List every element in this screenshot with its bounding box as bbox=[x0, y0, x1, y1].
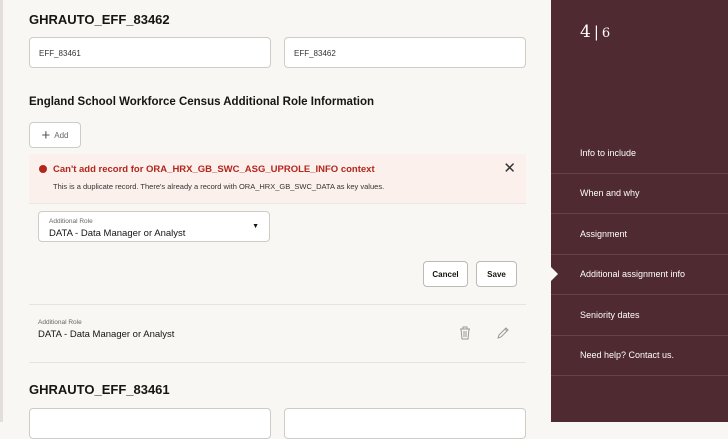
nav-info-to-include[interactable]: Info to include bbox=[580, 148, 636, 158]
divider bbox=[551, 213, 728, 214]
nav-need-help[interactable]: Need help? Contact us. bbox=[580, 350, 674, 360]
divider bbox=[551, 294, 728, 295]
eff-field-4[interactable] bbox=[284, 408, 526, 439]
nav-seniority-dates[interactable]: Seniority dates bbox=[580, 310, 640, 320]
step-indicator: 4 | 6 bbox=[580, 22, 611, 42]
step-current: 4 bbox=[580, 22, 591, 42]
eff-field-3[interactable] bbox=[29, 408, 271, 439]
record-label: Additional Role bbox=[38, 319, 82, 326]
error-message: Can't add record for ORA_HRX_GB_SWC_ASG_… bbox=[29, 154, 526, 204]
add-button[interactable]: + Add bbox=[29, 122, 81, 148]
additional-role-select[interactable]: Additional Role DATA - Data Manager or A… bbox=[38, 211, 270, 242]
active-indicator bbox=[551, 267, 558, 281]
pencil-icon[interactable] bbox=[496, 326, 510, 340]
trash-icon[interactable] bbox=[459, 326, 471, 340]
divider bbox=[551, 173, 728, 174]
main-panel: GHRAUTO_EFF_83462 EFF_83461 EFF_83462 En… bbox=[0, 0, 551, 439]
divider bbox=[551, 254, 728, 255]
plus-icon: + bbox=[41, 126, 51, 144]
nav-additional-assignment-info[interactable]: Additional assignment info bbox=[580, 269, 685, 279]
select-value: DATA - Data Manager or Analyst bbox=[49, 228, 186, 239]
guide-sidebar: 4 | 6 Info to include When and why Assignm… bbox=[551, 0, 728, 422]
error-title: Can't add record for ORA_HRX_GB_SWC_ASG_… bbox=[53, 164, 375, 175]
error-icon bbox=[39, 165, 47, 173]
eff-field-1[interactable]: EFF_83461 bbox=[29, 37, 271, 68]
section-title: GHRAUTO_EFF_83462 bbox=[29, 12, 170, 27]
eff-field-2[interactable]: EFF_83462 bbox=[284, 37, 526, 68]
close-icon[interactable]: ✕ bbox=[503, 159, 516, 177]
cancel-button[interactable]: Cancel bbox=[423, 261, 468, 287]
save-button[interactable]: Save bbox=[476, 261, 517, 287]
error-detail: This is a duplicate record. There's alre… bbox=[53, 182, 385, 191]
divider bbox=[29, 304, 526, 305]
select-label: Additional Role bbox=[49, 218, 93, 225]
section-title-2: GHRAUTO_EFF_83461 bbox=[29, 382, 170, 397]
divider bbox=[551, 335, 728, 336]
add-label: Add bbox=[54, 130, 69, 140]
census-title: England School Workforce Census Addition… bbox=[29, 96, 375, 108]
record-value: DATA - Data Manager or Analyst bbox=[38, 329, 175, 340]
divider bbox=[551, 375, 728, 376]
divider bbox=[29, 362, 526, 363]
nav-when-and-why[interactable]: When and why bbox=[580, 188, 640, 198]
nav-assignment[interactable]: Assignment bbox=[580, 229, 627, 239]
step-total: 6 bbox=[601, 26, 611, 41]
chevron-down-icon: ▼ bbox=[252, 223, 259, 230]
